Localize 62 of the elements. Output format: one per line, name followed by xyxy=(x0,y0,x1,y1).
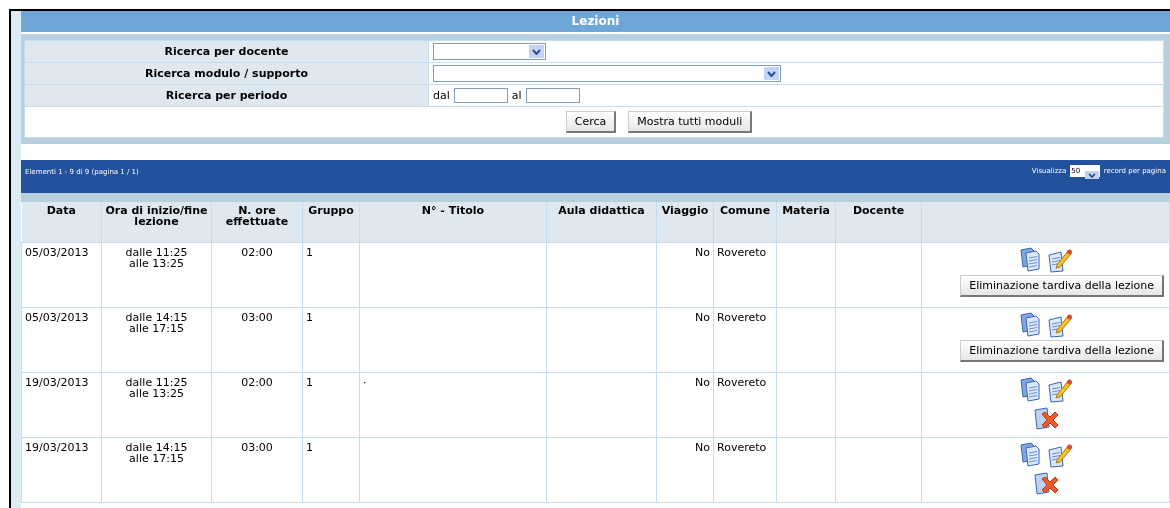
table-cell: · xyxy=(363,376,367,389)
copy-icon[interactable] xyxy=(1018,247,1043,273)
column-header: Gruppo xyxy=(308,204,354,217)
table-cell: 02:00 xyxy=(241,246,273,259)
delete-icon[interactable] xyxy=(1032,405,1059,431)
column-header: Docente xyxy=(852,204,905,217)
table-cell: No xyxy=(695,441,710,454)
table-cell: Rovereto xyxy=(717,311,767,324)
dropdown-field[interactable] xyxy=(433,65,781,82)
table-cell: 02:00 xyxy=(241,376,273,389)
table-cell: Rovereto xyxy=(717,376,767,389)
chevron-down-icon xyxy=(532,48,541,55)
time-range: dalle 11:25 alle 13:25 xyxy=(125,376,188,400)
edit-icon[interactable] xyxy=(1046,247,1073,273)
table-cell: 1 xyxy=(306,441,313,454)
column-header: Data xyxy=(46,204,76,217)
field-label: Ricerca per docente xyxy=(164,45,289,58)
table-cell: No xyxy=(695,311,710,324)
to-label: al xyxy=(511,89,522,102)
copy-icon[interactable] xyxy=(1018,377,1043,403)
time-range: dalle 14:15 alle 17:15 xyxy=(125,441,188,465)
table-cell: 19/03/2013 xyxy=(25,441,89,454)
time-range: dalle 11:25 alle 13:25 xyxy=(125,246,188,270)
chevron-down-icon xyxy=(767,70,776,77)
table-cell: 05/03/2013 xyxy=(25,311,89,324)
edit-icon[interactable] xyxy=(1046,377,1073,403)
edit-icon[interactable] xyxy=(1046,442,1073,468)
column-header: N° - Titolo xyxy=(421,204,485,217)
table-cell: 19/03/2013 xyxy=(25,376,89,389)
date-field[interactable] xyxy=(453,88,508,103)
column-header: Aula didattica xyxy=(558,204,645,217)
table-cell: 1 xyxy=(306,311,313,324)
copy-icon[interactable] xyxy=(1018,312,1043,338)
table-cell: 05/03/2013 xyxy=(25,246,89,259)
delete-icon[interactable] xyxy=(1032,470,1059,496)
time-range: dalle 14:15 alle 17:15 xyxy=(125,311,188,335)
column-header: Comune xyxy=(719,204,771,217)
column-header: Ora di inizio/fine lezione xyxy=(105,204,208,228)
table-cell: No xyxy=(695,246,710,259)
field-label: Ricerca modulo / supporto xyxy=(144,67,309,80)
table-cell: Rovereto xyxy=(717,441,767,454)
page-title: Lezioni xyxy=(21,11,1170,34)
table-cell: 1 xyxy=(306,376,313,389)
column-header: Materia xyxy=(782,204,830,217)
column-header: N. ore effettuate xyxy=(225,204,289,228)
table-cell: No xyxy=(695,376,710,389)
column-header: Viaggio xyxy=(661,204,709,217)
date-field[interactable] xyxy=(525,88,580,103)
table-cell: 1 xyxy=(306,246,313,259)
copy-icon[interactable] xyxy=(1018,442,1043,468)
table-cell: 03:00 xyxy=(241,311,273,324)
search-button[interactable]: Cerca xyxy=(565,111,617,133)
late-delete-button[interactable]: Eliminazione tardiva della lezione xyxy=(960,340,1164,362)
show-all-button[interactable]: Mostra tutti moduli xyxy=(628,111,753,133)
late-delete-button[interactable]: Eliminazione tardiva della lezione xyxy=(960,275,1164,297)
table-cell: Rovereto xyxy=(717,246,767,259)
chevron-down-icon xyxy=(1087,172,1096,178)
edit-icon[interactable] xyxy=(1046,312,1073,338)
from-label: dal xyxy=(433,89,450,102)
table-cell: 03:00 xyxy=(241,441,273,454)
dropdown-field[interactable] xyxy=(433,43,546,60)
field-label: Ricerca per periodo xyxy=(165,89,288,102)
